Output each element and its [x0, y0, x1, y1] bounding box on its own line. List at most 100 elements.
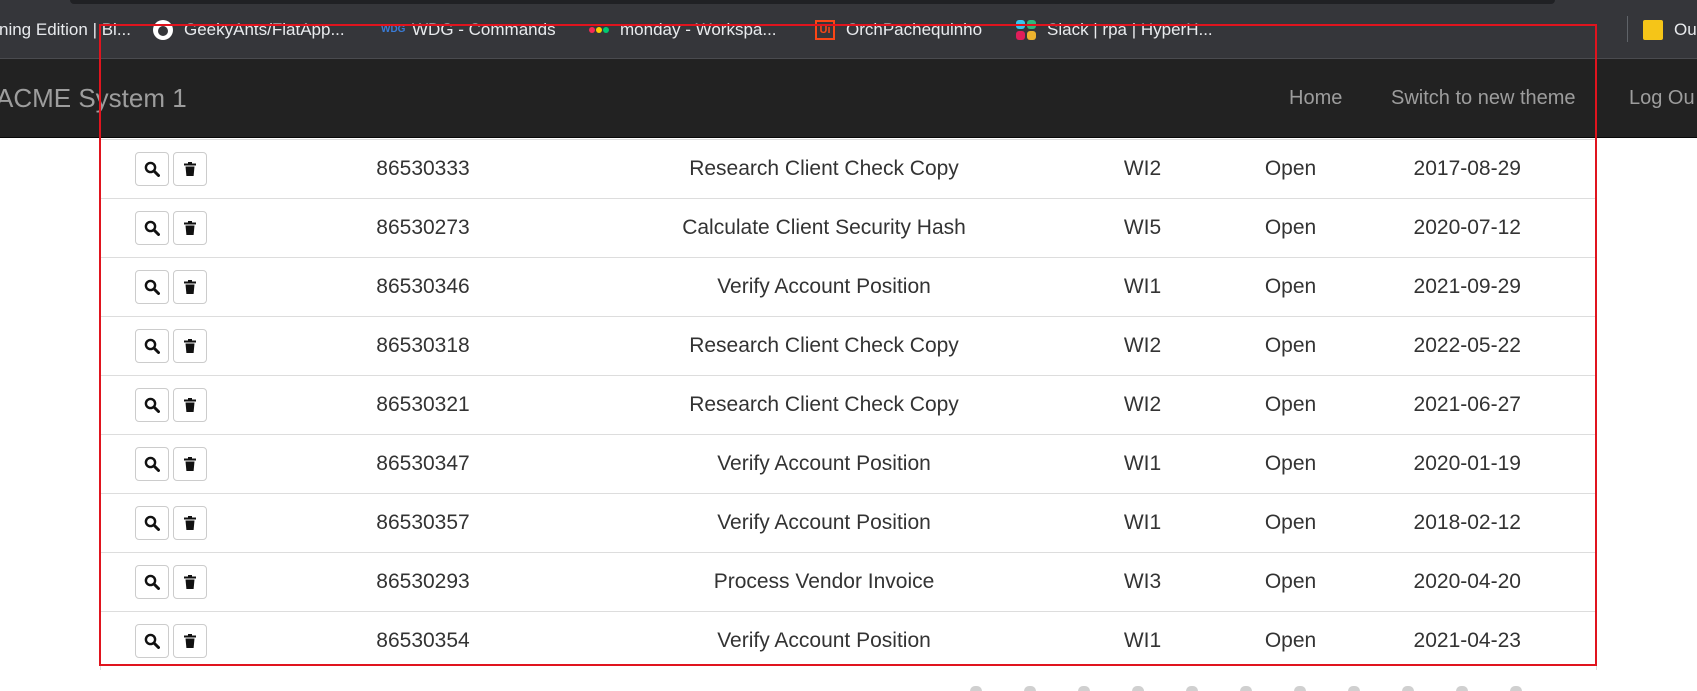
view-button[interactable] — [134, 270, 169, 304]
cell-description: Calculate Client Security Hash — [605, 198, 1043, 258]
cell-status: Open — [1242, 316, 1339, 376]
uipath-icon: Ui — [815, 20, 835, 40]
table-row: 86530357 Verify Account Position WI1 Open 20… — [100, 493, 1597, 553]
cell-description: Verify Account Position — [605, 611, 1043, 670]
cell-id: 86530318 — [240, 316, 606, 376]
cell-date: 2021-06-27 — [1338, 375, 1597, 435]
row-actions — [100, 316, 241, 376]
cell-date: 2020-04-20 — [1338, 552, 1597, 612]
delete-button[interactable] — [172, 152, 207, 186]
table-row: 86530354 Verify Account Position WI1 Open 20… — [100, 611, 1597, 670]
view-button[interactable] — [134, 329, 169, 363]
cell-id: 86530273 — [240, 198, 606, 258]
table-row: 86530347 Verify Account Position WI1 Open 20… — [100, 434, 1597, 494]
delete-button[interactable] — [172, 388, 207, 422]
cell-status: Open — [1242, 198, 1339, 258]
delete-button[interactable] — [172, 565, 207, 599]
cell-status: Open — [1242, 375, 1339, 435]
nav-logout-link[interactable]: Log Ou — [1629, 87, 1695, 110]
delete-button[interactable] — [172, 624, 207, 658]
cell-id: 86530333 — [240, 139, 606, 199]
cell-date: 2018-02-12 — [1338, 493, 1597, 553]
cell-description: Process Vendor Invoice — [605, 552, 1043, 612]
bookmark-6[interactable]: Slack | rpa | HyperH... — [1016, 19, 1213, 41]
table-row: 86530333 Research Client Check Copy WI2 Ope… — [100, 139, 1597, 199]
nav-switch-theme-link[interactable]: Switch to new theme — [1391, 87, 1576, 110]
table-row: 86530346 Verify Account Position WI1 Open 20… — [100, 257, 1597, 317]
cell-id: 86530357 — [240, 493, 606, 553]
nav-home-link[interactable]: Home — [1289, 87, 1342, 110]
github-icon — [153, 20, 173, 40]
bookmark-4[interactable]: monday - Workspa... — [589, 19, 777, 41]
table-row: 86530318 Research Client Check Copy WI2 Ope… — [100, 316, 1597, 376]
view-button[interactable] — [134, 152, 169, 186]
cell-status: Open — [1242, 611, 1339, 670]
delete-button[interactable] — [172, 447, 207, 481]
view-button[interactable] — [134, 211, 169, 245]
cell-date: 2021-09-29 — [1338, 257, 1597, 317]
table-row: 86530273 Calculate Client Security Hash WI… — [100, 198, 1597, 258]
cell-type: WI2 — [1042, 316, 1243, 376]
bookmark-2[interactable]: GeekyAnts/FlatApp... — [153, 19, 345, 41]
row-actions — [100, 257, 241, 317]
view-button[interactable] — [134, 506, 169, 540]
bookmark-3[interactable]: WDG WDG - Commands — [381, 19, 556, 41]
cell-date: 2022-05-22 — [1338, 316, 1597, 376]
delete-button[interactable] — [172, 506, 207, 540]
row-actions — [100, 552, 241, 612]
slack-icon — [1016, 20, 1036, 40]
bookmark-label: ning Edition | Bl... — [0, 20, 131, 39]
delete-button[interactable] — [172, 270, 207, 304]
work-items-table: 86530333 Research Client Check Copy WI2 Ope… — [100, 139, 1597, 670]
cell-status: Open — [1242, 493, 1339, 553]
top-navbar: ACME System 1 Home Switch to new theme L… — [0, 59, 1697, 138]
row-actions — [100, 375, 241, 435]
brand-link[interactable]: ACME System 1 — [0, 83, 187, 114]
bookmark-1[interactable]: ning Edition | Bl... — [0, 19, 131, 41]
delete-button[interactable] — [172, 211, 207, 245]
view-button[interactable] — [134, 388, 169, 422]
cell-type: WI3 — [1042, 552, 1243, 612]
cell-id: 86530346 — [240, 257, 606, 317]
table-row: 86530321 Research Client Check Copy WI2 Ope… — [100, 375, 1597, 435]
bookmarks-bar: ning Edition | Bl... GeekyAnts/FlatApp..… — [0, 0, 1697, 59]
cell-date: 2021-04-23 — [1338, 611, 1597, 670]
wdg-icon: WDG — [381, 24, 406, 35]
cell-type: WI2 — [1042, 375, 1243, 435]
row-actions — [100, 611, 241, 670]
cell-status: Open — [1242, 434, 1339, 494]
cell-description: Verify Account Position — [605, 493, 1043, 553]
tab-strip-edge — [70, 0, 1555, 4]
cell-id: 86530354 — [240, 611, 606, 670]
bookmark-folder[interactable]: Ou — [1643, 19, 1697, 41]
cell-id: 86530321 — [240, 375, 606, 435]
view-button[interactable] — [134, 565, 169, 599]
view-button[interactable] — [134, 447, 169, 481]
cell-description: Research Client Check Copy — [605, 375, 1043, 435]
cell-type: WI2 — [1042, 139, 1243, 199]
bookmark-label: GeekyAnts/FlatApp... — [184, 20, 345, 39]
bookmark-label: OrchPachequinho — [846, 20, 983, 39]
bookmark-label: WDG - Commands — [412, 20, 556, 39]
row-actions — [100, 198, 241, 258]
cell-type: WI1 — [1042, 434, 1243, 494]
row-actions — [100, 139, 241, 199]
cell-id: 86530293 — [240, 552, 606, 612]
folder-icon — [1643, 20, 1663, 40]
row-actions — [100, 493, 241, 553]
table-row: 86530293 Process Vendor Invoice WI3 Open 202… — [100, 552, 1597, 612]
view-button[interactable] — [134, 624, 169, 658]
bookmark-label: monday - Workspa... — [620, 20, 777, 39]
cell-date: 2020-07-12 — [1338, 198, 1597, 258]
cell-date: 2017-08-29 — [1338, 139, 1597, 199]
cell-date: 2020-01-19 — [1338, 434, 1597, 494]
bookmark-label: Slack | rpa | HyperH... — [1047, 20, 1213, 39]
cell-type: WI5 — [1042, 198, 1243, 258]
bookmark-5[interactable]: Ui OrchPachequinho — [815, 19, 982, 41]
monday-icon — [589, 20, 609, 40]
cell-type: WI1 — [1042, 493, 1243, 553]
cell-status: Open — [1242, 552, 1339, 612]
delete-button[interactable] — [172, 329, 207, 363]
cell-id: 86530347 — [240, 434, 606, 494]
cell-description: Research Client Check Copy — [605, 139, 1043, 199]
